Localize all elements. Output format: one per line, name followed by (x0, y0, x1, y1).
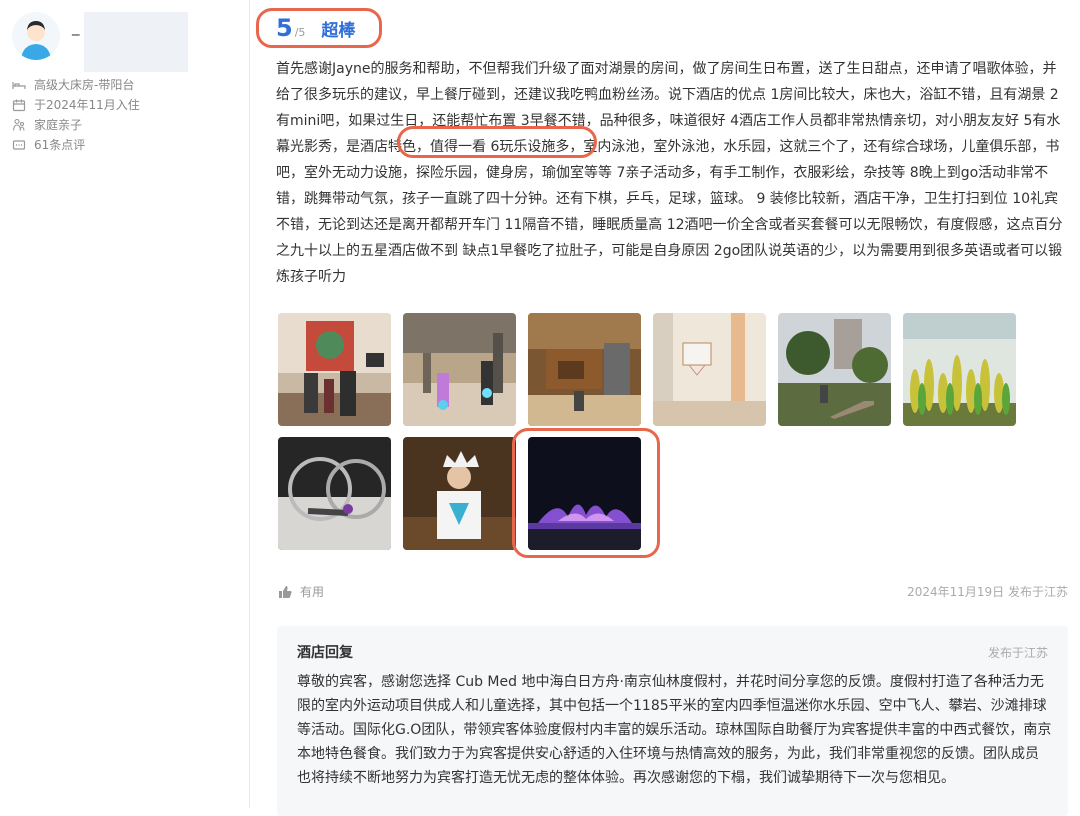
hotel-reply-location: 发布于江苏 (987, 646, 1048, 660)
photo-thumbnail[interactable] (403, 313, 516, 426)
checkin-row: 于2024年11月入住 (12, 96, 140, 113)
room-type: 高级大床房-带阳台 (34, 78, 135, 92)
photo-thumbnail[interactable] (528, 313, 641, 426)
review-count-row: 61条点评 (12, 136, 85, 153)
photo-highlight (512, 428, 660, 558)
column-divider (249, 0, 250, 808)
useful-button[interactable]: 有用 (278, 583, 324, 600)
post-date: 2024年11月19日 发布于江苏 (907, 585, 1068, 599)
photo-thumbnail[interactable] (278, 437, 391, 550)
avatar[interactable] (12, 12, 60, 60)
room-type-row: 高级大床房-带阳台 (12, 76, 134, 93)
review-text: 首先感谢Jayne的服务和帮助，不但帮我们升级了面对湖景的房间，做了房间生日布置… (276, 61, 1063, 285)
family-icon (12, 118, 25, 131)
text-highlight (397, 126, 597, 158)
calendar-icon (12, 99, 26, 111)
review-panel: 5 /5 超棒 首先感谢Jayne的服务和帮助，不但帮我们升级了面对湖景的房间，… (252, 0, 1080, 816)
thumbs-up-icon (279, 585, 292, 598)
reviewer-panel: _ **** 高级大床房-带阳台 于2024年11月入住 家庭亲子 61条点评 (0, 0, 252, 808)
checkin-date: 于2024年11月入住 (34, 98, 140, 112)
hotel-reply-title: 酒店回复 (297, 645, 353, 661)
rating-highlight (256, 8, 382, 48)
photo-thumbnail[interactable] (278, 313, 391, 426)
review-count-icon (12, 139, 26, 150)
photo-thumbnail[interactable] (778, 313, 891, 426)
username-redaction (84, 12, 188, 72)
photo-thumbnail[interactable] (403, 437, 516, 550)
trip-type: 家庭亲子 (34, 118, 83, 132)
bed-icon (12, 81, 26, 89)
review-count: 61条点评 (34, 138, 86, 152)
useful-label: 有用 (300, 585, 325, 599)
hotel-reply: 酒店回复 发布于江苏 尊敬的宾客，感谢您选择 Cub Med 地中海白日方舟·南… (277, 626, 1068, 816)
photo-thumbnail[interactable] (653, 313, 766, 426)
hotel-reply-text: 尊敬的宾客，感谢您选择 Cub Med 地中海白日方舟·南京仙林度假村，并花时间… (297, 674, 1052, 786)
trip-type-row: 家庭亲子 (12, 116, 82, 133)
photo-thumbnail[interactable] (903, 313, 1016, 426)
